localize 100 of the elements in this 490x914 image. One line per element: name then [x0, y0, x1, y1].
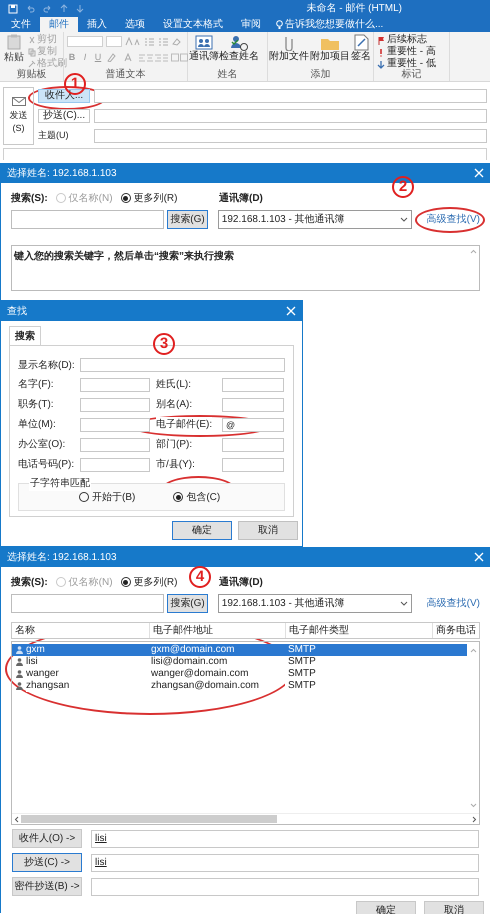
ribbon-button[interactable]: 附加文件 [269, 34, 309, 62]
input-field[interactable] [94, 129, 487, 143]
field-label: 部门(P): [156, 437, 192, 452]
up-arrow-icon [60, 4, 68, 13]
column-header[interactable]: 电子邮件地址 [149, 623, 285, 638]
close-icon [474, 168, 484, 178]
ribbon-button[interactable]: 检查姓名 [219, 34, 259, 62]
person-icon [16, 682, 23, 690]
search-button[interactable]: 搜索(G) [167, 210, 208, 228]
font-name-field[interactable] [67, 36, 103, 47]
column-header[interactable]: 名称 [12, 623, 149, 638]
contact-row[interactable]: zhangsan zhangsan@domain.com SMTP [12, 680, 467, 692]
input-field[interactable] [80, 378, 150, 392]
horizontal-scrollbar[interactable] [12, 813, 479, 824]
dialog-tab[interactable]: 搜索 [9, 326, 41, 345]
tag-button[interactable]: 重要性 - 低 [377, 58, 436, 70]
field-label: 名字(F): [18, 377, 54, 392]
tag-button[interactable]: 后续标志 [377, 34, 436, 46]
person-icon [16, 670, 23, 678]
input-field[interactable]: @ [222, 418, 284, 432]
field-label: 通讯簿(D) [219, 576, 263, 590]
ribbon-button[interactable]: 附加项目 [310, 34, 350, 62]
field-label: 别名(A): [156, 397, 192, 412]
search-field[interactable] [11, 210, 164, 228]
field-label: 办公室(O): [18, 437, 66, 452]
group-label: 子字符串匹配 [29, 476, 91, 491]
down-arrow-icon [76, 4, 84, 13]
ribbon-tab[interactable]: 设置文本格式 [154, 17, 232, 32]
column-header[interactable]: 电子邮件类型 [285, 623, 432, 638]
ribbon-tab[interactable]: 插入 [78, 17, 116, 32]
search-button[interactable]: 搜索(G) [167, 594, 208, 612]
highlight-ellipse [415, 207, 485, 233]
chevron-down-icon [400, 216, 408, 222]
table-cell-text: gxm@domain.com [150, 644, 236, 656]
address-book-dropdown[interactable]: 192.168.1.103 - 其他通讯簿 [218, 210, 412, 228]
radio-option[interactable]: 包含(C) [173, 490, 220, 504]
contact-row[interactable]: gxm gxm@domain.com SMTP [12, 644, 467, 656]
input-field[interactable] [80, 398, 150, 412]
recipient-field[interactable]: lisi [91, 854, 479, 872]
ribbon-tab[interactable]: 审阅 [232, 17, 270, 32]
ribbon-button[interactable]: 签名 [351, 34, 371, 62]
redo-icon [43, 4, 52, 13]
cancel-button[interactable]: 取消 [238, 521, 298, 540]
input-field[interactable] [222, 398, 284, 412]
ribbon-tab[interactable]: 选项 [116, 17, 154, 32]
recipient-button[interactable]: 密件抄送(B) -> [12, 877, 82, 896]
cancel-button[interactable]: 取消 [424, 901, 484, 914]
input-field[interactable] [80, 358, 285, 372]
group-label: 姓名 [216, 70, 238, 81]
field-label: 职务(T): [18, 397, 54, 412]
input-field[interactable] [80, 418, 150, 432]
paste-button[interactable]: 粘贴 [3, 34, 25, 65]
field-label: 搜索(S): [11, 192, 48, 206]
column-header[interactable]: 商务电话 [432, 623, 479, 638]
recipient-button[interactable]: 收件人(O) -> [12, 829, 82, 848]
ok-button[interactable]: 确定 [172, 521, 232, 540]
input-field[interactable] [80, 458, 150, 472]
input-field[interactable] [222, 458, 284, 472]
contact-row[interactable]: lisi lisi@domain.com SMTP [12, 656, 467, 668]
radio-option[interactable]: 更多列(R) [120, 574, 178, 590]
field-label: 姓氏(L): [156, 377, 191, 392]
advanced-find-link[interactable]: 高级查找(V) [426, 596, 480, 610]
window-title: 未命名 - 邮件 (HTML) [306, 2, 402, 16]
tell-me-search[interactable]: 告诉我您想要做什么... [285, 18, 384, 32]
input-field[interactable] [222, 438, 284, 452]
send-button[interactable]: 发送(S) [3, 87, 34, 145]
search-field[interactable] [11, 594, 164, 612]
close-icon [286, 306, 296, 316]
scroll-right-icon [472, 816, 477, 822]
person-icon [16, 658, 23, 666]
input-field[interactable] [94, 109, 487, 123]
address-book-dropdown[interactable]: 192.168.1.103 - 其他通讯簿 [218, 594, 412, 612]
contact-row[interactable]: wanger wanger@domain.com SMTP [12, 668, 467, 680]
hint-text: 键入您的搜索关键字，然后单击“搜索”来执行搜索 [14, 249, 234, 264]
recipient-button[interactable]: 抄送(C) -> [12, 853, 82, 872]
window-title: 查找 [7, 304, 27, 318]
ribbon-tab[interactable]: 文件 [2, 17, 40, 32]
flag-icon [377, 36, 385, 44]
font-size-field[interactable] [106, 36, 122, 47]
field-label: 电话号码(P): [18, 457, 74, 472]
eraser-icon [172, 37, 181, 46]
field-label: 显示名称(D): [18, 358, 76, 372]
radio-option[interactable]: 开始于(B) [79, 490, 136, 504]
advanced-find-link[interactable]: 高级查找(V) [426, 212, 480, 226]
undo-icon [26, 4, 35, 13]
recipient-field[interactable] [91, 878, 479, 896]
message-body[interactable] [3, 148, 487, 160]
ribbon-button[interactable]: 通讯簿 [189, 34, 219, 62]
envelope-icon [12, 96, 26, 106]
address-button[interactable]: 抄送(C)... [38, 109, 90, 123]
field-label: 主题(U) [38, 129, 70, 142]
input-field[interactable] [80, 438, 150, 452]
input-field[interactable] [94, 89, 487, 103]
radio-option[interactable]: 更多列(R) [120, 190, 178, 206]
ribbon-tab[interactable]: 邮件 [40, 17, 78, 32]
table-cell: zhangsan [26, 680, 70, 692]
save-icon [8, 4, 18, 14]
input-field[interactable] [222, 378, 284, 392]
tag-button[interactable]: 重要性 - 高 [377, 46, 436, 58]
recipient-field[interactable]: lisi [91, 830, 479, 848]
